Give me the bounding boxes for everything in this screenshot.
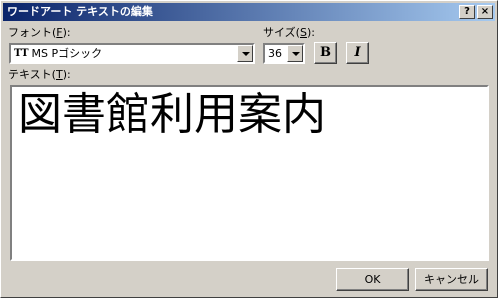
- font-label: フォント(F):: [8, 26, 71, 39]
- cancel-button[interactable]: キャンセル: [415, 268, 488, 291]
- help-button[interactable]: ?: [459, 5, 475, 19]
- size-dropdown-arrow[interactable]: [287, 45, 303, 62]
- bold-button[interactable]: B: [314, 42, 337, 64]
- close-button[interactable]: ×: [477, 5, 493, 19]
- size-label: サイズ(S):: [263, 26, 315, 39]
- window-title: ワードアート テキストの編集: [7, 5, 153, 18]
- ok-button[interactable]: OK: [336, 268, 409, 291]
- wordart-text-input[interactable]: 図書館利用案内: [10, 85, 489, 261]
- italic-button[interactable]: I: [346, 42, 369, 64]
- wordart-edit-dialog: ワードアート テキストの編集 ? × フォント(F): TT MS Pゴシック サ…: [0, 0, 498, 298]
- font-combobox[interactable]: TT MS Pゴシック: [9, 43, 255, 64]
- truetype-font-icon: TT: [14, 48, 29, 59]
- font-dropdown-arrow[interactable]: [237, 45, 253, 62]
- title-bar: ワードアート テキストの編集 ? ×: [3, 3, 495, 21]
- size-combobox[interactable]: 36: [263, 43, 305, 64]
- text-label: テキスト(T):: [8, 68, 71, 81]
- wordart-text-value: 図書館利用案内: [18, 89, 326, 140]
- font-value: TT MS Pゴシック: [14, 47, 103, 60]
- size-value: 36: [268, 47, 282, 60]
